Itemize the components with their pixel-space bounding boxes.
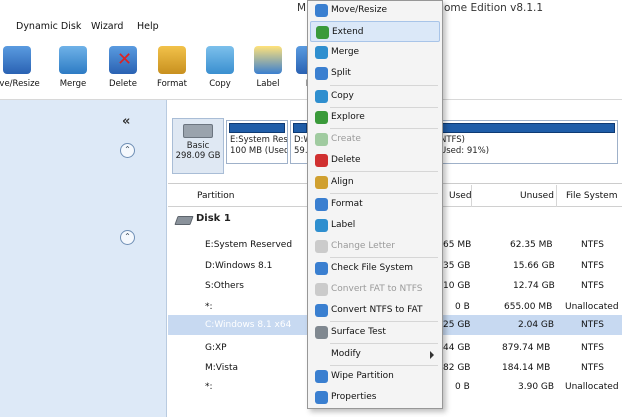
menu-item-properties[interactable]: Properties bbox=[310, 387, 440, 408]
expand-section-icon[interactable]: ⌃ bbox=[120, 143, 135, 158]
header-unused[interactable]: Unused bbox=[520, 191, 554, 201]
format-icon bbox=[315, 198, 328, 211]
merge-icon bbox=[315, 46, 328, 59]
menu-item-convert-ntfs-to-fat[interactable]: Convert NTFS to FAT bbox=[310, 300, 440, 321]
disk-icon bbox=[174, 216, 194, 225]
window-title-right: ome Edition v8.1.1 bbox=[444, 2, 544, 14]
menu-item-align[interactable]: Align bbox=[310, 172, 440, 193]
menu-item-wipe-partition[interactable]: Wipe Partition bbox=[310, 366, 440, 387]
menu-item-explore[interactable]: Explore bbox=[310, 107, 440, 128]
collapse-panel-icon[interactable]: « bbox=[122, 114, 130, 129]
convert-fat-ntfs-icon bbox=[315, 283, 328, 296]
surface-test-icon bbox=[315, 326, 328, 339]
merge-icon bbox=[59, 46, 87, 74]
copy-icon bbox=[206, 46, 234, 74]
window-title-left: M bbox=[297, 2, 307, 14]
explore-icon bbox=[315, 111, 328, 124]
wipe-icon bbox=[315, 370, 328, 383]
submenu-arrow-icon bbox=[430, 351, 434, 359]
menu-item-move-resize[interactable]: Move/Resize bbox=[310, 0, 440, 21]
move-resize-icon bbox=[315, 4, 328, 17]
check-fs-icon bbox=[315, 262, 328, 275]
menu-item-check-file-system[interactable]: Check File System bbox=[310, 258, 440, 279]
menu-item-create[interactable]: Create bbox=[310, 129, 440, 150]
menu-item-extend[interactable]: Extend bbox=[310, 21, 440, 42]
label-icon bbox=[254, 46, 282, 74]
menu-wizard[interactable]: Wizard bbox=[91, 21, 123, 32]
disk-map-partition[interactable]: E:System Rese 100 MB (Used: bbox=[226, 120, 288, 164]
delete-icon bbox=[315, 154, 328, 167]
context-menu: Move/Resize Extend Merge Split Copy Expl… bbox=[307, 0, 443, 409]
delete-icon: ✕ bbox=[109, 46, 137, 74]
disk-map-partition[interactable]: NTFS) Used: 91%) bbox=[436, 120, 618, 164]
usage-bar bbox=[293, 123, 307, 133]
disk-row-label[interactable]: Disk 1 bbox=[196, 213, 231, 224]
menu-item-label[interactable]: Label bbox=[310, 215, 440, 236]
left-panel: « ⌃ ⌃ bbox=[0, 100, 167, 417]
menu-help[interactable]: Help bbox=[137, 21, 159, 32]
extend-icon bbox=[316, 26, 329, 39]
toolbar-move-resize-button[interactable]: ove/Resize bbox=[0, 46, 40, 89]
align-icon bbox=[315, 176, 328, 189]
convert-ntfs-fat-icon bbox=[315, 304, 328, 317]
hard-disk-icon bbox=[183, 124, 213, 138]
toolbar-copy-button[interactable]: Copy bbox=[197, 46, 243, 89]
toolbar-delete-button[interactable]: ✕ Delete bbox=[100, 46, 146, 89]
create-icon bbox=[315, 133, 328, 146]
copy-icon bbox=[315, 90, 328, 103]
expand-section-icon[interactable]: ⌃ bbox=[120, 230, 135, 245]
menu-item-merge[interactable]: Merge bbox=[310, 42, 440, 63]
properties-icon bbox=[315, 391, 328, 404]
toolbar-label-button[interactable]: Label bbox=[245, 46, 291, 89]
disk-size: 298.09 GB bbox=[175, 151, 221, 161]
disk-type: Basic bbox=[186, 141, 210, 151]
disk-map-disk[interactable]: Basic 298.09 GB bbox=[172, 118, 224, 174]
menu-item-format[interactable]: Format bbox=[310, 194, 440, 215]
label-icon bbox=[315, 219, 328, 232]
toolbar-format-button[interactable]: Format bbox=[149, 46, 195, 89]
move-resize-icon bbox=[3, 46, 31, 74]
split-icon bbox=[315, 67, 328, 80]
header-file-system[interactable]: File System bbox=[566, 191, 617, 201]
menu-item-change-letter[interactable]: Change Letter bbox=[310, 236, 440, 257]
menu-item-copy[interactable]: Copy bbox=[310, 86, 440, 107]
header-partition[interactable]: Partition bbox=[197, 191, 235, 201]
change-letter-icon bbox=[315, 240, 328, 253]
menu-dynamic-disk[interactable]: Dynamic Disk bbox=[16, 21, 81, 32]
menu-item-modify[interactable]: Modify bbox=[310, 344, 440, 365]
menu-item-convert-fat-to-ntfs[interactable]: Convert FAT to NTFS bbox=[310, 279, 440, 300]
toolbar-merge-button[interactable]: Merge bbox=[50, 46, 96, 89]
header-used[interactable]: Used bbox=[449, 191, 472, 201]
usage-bar bbox=[229, 123, 285, 133]
usage-bar bbox=[439, 123, 615, 133]
menu-item-split[interactable]: Split bbox=[310, 63, 440, 84]
menu-item-surface-test[interactable]: Surface Test bbox=[310, 322, 440, 343]
menu-item-delete[interactable]: Delete bbox=[310, 150, 440, 171]
format-icon bbox=[158, 46, 186, 74]
